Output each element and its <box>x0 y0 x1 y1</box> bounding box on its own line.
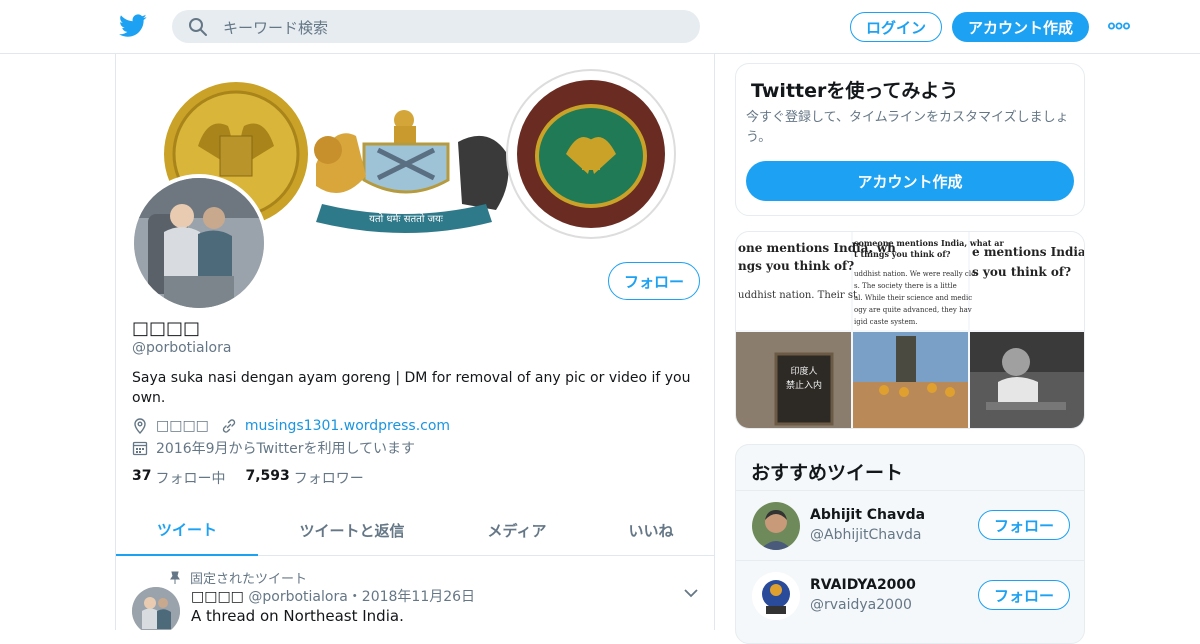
search-box[interactable]: キーワード検索 <box>172 10 700 43</box>
tweet-author-name[interactable]: □□□□ <box>191 589 244 605</box>
promo-signup-button[interactable]: アカウント作成 <box>746 161 1074 201</box>
following-count[interactable]: 37 <box>132 468 151 488</box>
media-snippet-12: s you think of? <box>972 265 1071 279</box>
follow-button[interactable]: フォロー <box>608 262 700 300</box>
media-snippet-9: ogy are quite advanced, they hav <box>854 306 972 314</box>
promo-title: Twitterを使ってみよう <box>751 80 959 102</box>
media-snippet-10: igid caste system. <box>854 318 918 326</box>
media-snippet-2: ngs you think of? <box>738 259 854 273</box>
pin-icon <box>170 571 180 584</box>
tweet-avatar-illustration <box>132 587 180 630</box>
rec-account-row[interactable]: Abhijit Chavda @AbhijitChavda フォロー <box>736 490 1084 560</box>
rec-follow-button[interactable]: フォロー <box>978 510 1070 540</box>
media-snippet-7: s. The society there is a little <box>854 282 957 290</box>
tab-likes[interactable]: いいね <box>591 504 711 556</box>
calendar-icon <box>132 441 148 456</box>
profile-location: □□□□ <box>156 418 209 434</box>
banner-motto: यतो धर्मः सततो जयः <box>369 213 444 225</box>
profile-meta-row: □□□□ musings1301.wordpress.com <box>132 416 450 436</box>
tweet-author-avatar[interactable] <box>132 587 180 630</box>
media-grid: one mentions India, wh ngs you think of?… <box>735 231 1085 429</box>
profile-avatar[interactable] <box>130 174 268 312</box>
login-button[interactable]: ログイン <box>850 12 942 42</box>
rec-name[interactable]: Abhijit Chavda <box>810 507 925 523</box>
pinned-label-text: 固定されたツイート <box>190 572 308 587</box>
top-nav: キーワード検索 ログイン アカウント作成 <box>0 0 1200 54</box>
tab-media[interactable]: メディア <box>446 504 588 556</box>
rec-avatar[interactable] <box>752 572 800 620</box>
tweet-handle-date[interactable]: @porbotialora・2018年11月26日 <box>248 589 475 605</box>
profile-tabs: ツイート ツイートと返信 メディア いいね <box>116 504 714 556</box>
search-icon <box>189 18 207 36</box>
following-label[interactable]: フォロー中 <box>155 468 225 488</box>
avatar-illustration <box>134 178 264 308</box>
rec-handle[interactable]: @rvaidya2000 <box>810 597 912 613</box>
tab-tweets-and-replies[interactable]: ツイートと返信 <box>281 504 423 556</box>
rec-avatar-image <box>752 572 800 620</box>
more-dots-icon[interactable] <box>1108 18 1130 34</box>
tab-tweets[interactable]: ツイート <box>116 504 258 556</box>
profile-website-link[interactable]: musings1301.wordpress.com <box>245 418 450 434</box>
signup-promo-card: Twitterを使ってみよう 今すぐ登録して、タイムラインをカスタマイズしましょ… <box>735 63 1085 216</box>
rec-avatar-image <box>752 502 800 550</box>
search-input[interactable]: キーワード検索 <box>223 17 328 38</box>
tweet-text: A thread on Northeast India. <box>191 607 404 625</box>
profile-handle[interactable]: @porbotialora <box>132 340 231 356</box>
recs-title: おすすめツイート <box>751 462 904 484</box>
media-snippet-11: e mentions India, v <box>972 245 1085 259</box>
media-snippet-8: al. While their science and medic <box>854 294 972 302</box>
profile-display-name: □□□□ <box>132 318 201 339</box>
media-thumbnails[interactable]: one mentions India, wh ngs you think of?… <box>736 232 1085 429</box>
rec-name[interactable]: RVAIDYA2000 <box>810 577 916 593</box>
recommended-accounts: おすすめツイート Abhijit Chavda @AbhijitChavda フ… <box>735 444 1085 644</box>
rec-account-row[interactable]: RVAIDYA2000 @rvaidya2000 フォロー <box>736 560 1084 630</box>
promo-text: 今すぐ登録して、タイムラインをカスタマイズしましょう。 <box>746 110 1069 145</box>
media-snippet-6: uddhist nation. We were really clo <box>854 270 975 278</box>
sign-line-2: 禁止入内 <box>786 379 822 391</box>
profile-joined-row: 2016年9月からTwitterを利用しています <box>132 438 415 458</box>
media-snippet-5: t things you think of? <box>854 249 951 259</box>
tweet-header: □□□□ @porbotialora・2018年11月26日 <box>191 586 475 606</box>
rec-handle[interactable]: @AbhijitChavda <box>810 527 921 543</box>
profile-column: यतो धर्मः सततो जयः フォロー □□□□ @porbotialo… <box>115 54 715 630</box>
rec-avatar[interactable] <box>752 502 800 550</box>
chevron-down-icon[interactable] <box>684 588 698 598</box>
location-icon <box>134 418 146 434</box>
media-snippet-3: uddhist nation. Their st <box>738 290 857 301</box>
rec-follow-button[interactable]: フォロー <box>978 580 1070 610</box>
followers-label[interactable]: フォロワー <box>294 468 364 488</box>
profile-joined-date: 2016年9月からTwitterを利用しています <box>156 441 416 457</box>
link-icon <box>222 419 236 433</box>
pinned-tweet-label: 固定されたツイート <box>168 568 307 587</box>
followers-count[interactable]: 7,593 <box>245 468 289 488</box>
twitter-bird-icon[interactable] <box>119 13 147 39</box>
signup-button[interactable]: アカウント作成 <box>952 12 1089 42</box>
profile-stats: 37 フォロー中 7,593 フォロワー <box>132 468 384 488</box>
sign-line-1: 印度人 <box>790 365 817 377</box>
profile-bio: Saya suka nasi dengan ayam goreng | DM f… <box>132 370 691 406</box>
